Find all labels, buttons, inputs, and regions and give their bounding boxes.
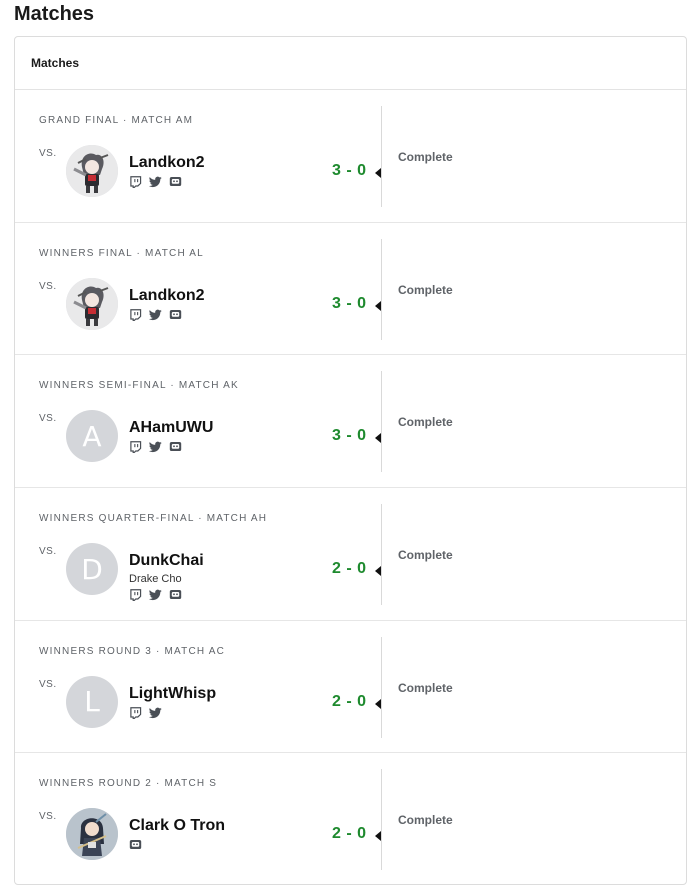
player-avatar[interactable]: [66, 808, 118, 861]
matches-card: Matches GRAND FINAL · MATCH AM VS. Landkon…: [14, 36, 687, 885]
match-round-label: WINNERS QUARTER-FINAL · MATCH AH: [39, 513, 268, 525]
twitch-icon[interactable]: [129, 441, 142, 454]
discord-icon[interactable]: [169, 441, 182, 453]
vs-label: VS.: [39, 280, 57, 292]
match-score: 3 - 0: [332, 427, 367, 445]
twitter-icon[interactable]: [149, 176, 162, 188]
page-title: Matches: [14, 3, 95, 25]
twitter-icon[interactable]: [149, 309, 162, 321]
player-avatar[interactable]: [66, 277, 118, 330]
match-status: Complete: [398, 813, 453, 828]
divider: [381, 371, 382, 473]
match-round-label: WINNERS SEMI-FINAL · MATCH AK: [39, 380, 239, 392]
player-name[interactable]: Clark O Tron: [129, 817, 225, 835]
match-round-label: WINNERS FINAL · MATCH AL: [39, 247, 204, 259]
player-name[interactable]: Landkon2: [129, 287, 205, 305]
discord-icon[interactable]: [129, 839, 142, 851]
vs-label: VS.: [39, 413, 57, 425]
vs-label: VS.: [39, 148, 57, 159]
social-links: [129, 308, 182, 321]
match-round-label: WINNERS ROUND 2 · MATCH S: [39, 778, 218, 790]
match-list: GRAND FINAL · MATCH AM VS. Landkon2 3 - 0 Co…: [15, 90, 686, 884]
match-status: Complete: [398, 548, 453, 563]
divider: [381, 106, 382, 207]
discord-icon[interactable]: [169, 176, 182, 188]
card-header: Matches: [15, 37, 686, 90]
twitter-icon[interactable]: [149, 589, 162, 601]
twitch-icon[interactable]: [129, 706, 142, 719]
match-score: 2 - 0: [332, 692, 367, 710]
divider: [381, 238, 382, 340]
player-avatar[interactable]: L: [66, 675, 118, 728]
match-status: Complete: [398, 282, 453, 297]
player-avatar[interactable]: D: [66, 543, 118, 596]
vs-label: VS.: [39, 811, 57, 823]
twitter-icon[interactable]: [149, 707, 162, 719]
match-status: Complete: [398, 680, 453, 695]
twitch-icon[interactable]: [129, 589, 142, 602]
player-name[interactable]: LightWhisp: [129, 685, 216, 703]
twitch-icon[interactable]: [129, 308, 142, 321]
match-row[interactable]: WINNERS ROUND 2 · MATCH S VS. Clark O Tron…: [15, 753, 686, 884]
match-row[interactable]: WINNERS QUARTER-FINAL · MATCH AH VS. D Dunk…: [15, 488, 686, 621]
match-row[interactable]: WINNERS FINAL · MATCH AL VS. Landkon2 3 - 0…: [15, 223, 686, 356]
match-score: 3 - 0: [332, 294, 367, 312]
match-status: Complete: [398, 150, 453, 164]
avatar-letter: A: [82, 419, 102, 453]
divider: [381, 636, 382, 738]
player-real-name: Drake Cho: [129, 573, 182, 586]
player-avatar[interactable]: [66, 145, 118, 197]
discord-icon[interactable]: [169, 589, 182, 601]
vs-label: VS.: [39, 678, 57, 690]
vs-label: VS.: [39, 546, 57, 558]
player-name[interactable]: DunkChai: [129, 552, 204, 570]
match-round-label: GRAND FINAL · MATCH AM: [39, 115, 194, 126]
match-status: Complete: [398, 415, 453, 430]
twitch-icon[interactable]: [129, 176, 142, 188]
match-score: 3 - 0: [332, 162, 367, 179]
avatar-letter: L: [84, 685, 100, 719]
match-row[interactable]: WINNERS SEMI-FINAL · MATCH AK VS. A AHamUWU…: [15, 355, 686, 489]
avatar-letter: D: [81, 552, 103, 586]
social-links: [129, 589, 182, 602]
match-row[interactable]: WINNERS ROUND 3 · MATCH AC VS. L LightWhisp…: [15, 621, 686, 754]
divider: [381, 769, 382, 871]
twitter-icon[interactable]: [149, 441, 162, 453]
divider: [381, 504, 382, 606]
match-row[interactable]: GRAND FINAL · MATCH AM VS. Landkon2 3 - 0 Co…: [15, 90, 686, 223]
match-score: 2 - 0: [332, 825, 367, 843]
match-score: 2 - 0: [332, 560, 367, 578]
match-round-label: WINNERS ROUND 3 · MATCH AC: [39, 645, 226, 657]
player-name[interactable]: AHamUWU: [129, 419, 213, 437]
discord-icon[interactable]: [169, 309, 182, 321]
social-links: [129, 441, 182, 454]
player-name[interactable]: Landkon2: [129, 154, 205, 172]
social-links: [129, 706, 162, 719]
player-avatar[interactable]: A: [66, 410, 118, 463]
social-links: [129, 839, 142, 851]
social-links: [129, 176, 182, 188]
